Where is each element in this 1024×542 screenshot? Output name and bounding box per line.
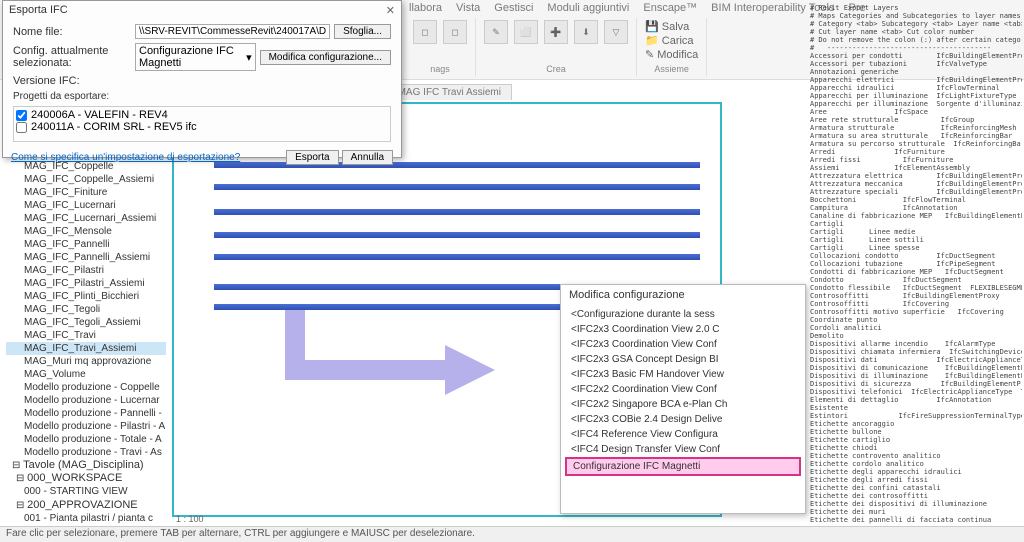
- dialog-title-bar: Esporta IFC ✕: [3, 1, 401, 20]
- project-checkbox-row[interactable]: 240011A - CORIM SRL - REV5 ifc: [16, 121, 388, 133]
- config-list-item[interactable]: <IFC2x3 GSA Concept Design BI: [565, 352, 801, 367]
- beam-element[interactable]: [214, 254, 700, 260]
- file-path-input[interactable]: [135, 24, 330, 39]
- tree-item[interactable]: MAG_Muri mq approvazione: [6, 355, 166, 368]
- view-scale[interactable]: 1 : 100: [176, 514, 204, 524]
- tree-item[interactable]: MAG_IFC_Pilastri_Assiemi: [6, 277, 166, 290]
- browse-button[interactable]: Sfoglia...: [334, 24, 391, 39]
- config-list-item[interactable]: Configurazione IFC Magnetti: [565, 457, 801, 476]
- tree-item[interactable]: MAG_IFC_Travi_Assiemi: [6, 342, 166, 355]
- crea-icon[interactable]: ➕: [544, 20, 568, 44]
- version-label: Versione IFC:: [13, 75, 131, 87]
- file-label: Nome file:: [13, 26, 131, 38]
- tab-vista[interactable]: Vista: [452, 0, 484, 18]
- tree-item[interactable]: MAG_IFC_Pannelli: [6, 238, 166, 251]
- tree-item[interactable]: MAG_IFC_Coppelle_Assiemi: [6, 173, 166, 186]
- config-list-item[interactable]: <IFC2x3 Basic FM Handover View: [565, 367, 801, 382]
- config-list-item[interactable]: <IFC2x2 Singapore BCA e-Plan Ch: [565, 397, 801, 412]
- tree-item[interactable]: Modello produzione - Totale - A: [6, 433, 166, 446]
- dialog-title: Esporta IFC: [9, 4, 68, 17]
- project-checkbox[interactable]: [16, 122, 27, 133]
- salva-button[interactable]: 💾 Salva: [645, 20, 698, 33]
- dialog-title: Modifica configurazione: [561, 285, 805, 305]
- tree-item[interactable]: 001 - Pianta pilastri / pianta c: [6, 512, 166, 525]
- ribbon-group-assieme: 💾 Salva 📁 Carica ✎ Modifica Assieme: [637, 18, 707, 76]
- tree-item[interactable]: 000 - STARTING VIEW: [6, 485, 166, 498]
- tree-item[interactable]: ⊟ 200_APPROVAZIONE: [6, 498, 166, 512]
- tree-item[interactable]: MAG_IFC_Plinti_Bicchieri: [6, 290, 166, 303]
- group-label: Crea: [484, 64, 628, 74]
- tree-item[interactable]: Modello produzione - Travi - As: [6, 446, 166, 459]
- modify-config-button[interactable]: Modifica configurazione...: [260, 50, 391, 65]
- config-list-item[interactable]: <IFC2x3 Coordination View 2.0 C: [565, 322, 801, 337]
- cancel-button[interactable]: Annulla: [342, 150, 393, 165]
- tool-icon[interactable]: ◻: [443, 20, 467, 44]
- tree-item[interactable]: Modello produzione - Pannelli -: [6, 407, 166, 420]
- acquisisci-icon[interactable]: ⬇: [574, 20, 598, 44]
- tree-item[interactable]: Modello produzione - Pilastri - A: [6, 420, 166, 433]
- modifica-icon[interactable]: ✎: [484, 20, 508, 44]
- tree-item[interactable]: MAG_IFC_Pannelli_Assiemi: [6, 251, 166, 264]
- annotation-arrow: [285, 300, 505, 420]
- tree-group-tavole[interactable]: ⊟ Tavole (MAG_Disciplina): [6, 459, 166, 471]
- tree-item[interactable]: MAG_IFC_Lucernari_Assiemi: [6, 212, 166, 225]
- tab-moduli[interactable]: Moduli aggiuntivi: [543, 0, 633, 18]
- tree-item[interactable]: MAG_Volume: [6, 368, 166, 381]
- ribbon-group-1: ◻ ◻ nags: [405, 18, 476, 76]
- beam-element[interactable]: [214, 184, 700, 190]
- beam-element[interactable]: [214, 209, 700, 215]
- export-ifc-dialog: Esporta IFC ✕ Nome file: Sfoglia... Conf…: [2, 0, 402, 158]
- ribbon-group-crea: ✎ ⬜ ➕ ⬇ ▽ Crea: [476, 18, 637, 76]
- tree-item[interactable]: MAG_IFC_Lucernari: [6, 199, 166, 212]
- config-list[interactable]: <Configurazione durante la sess<IFC2x3 C…: [561, 305, 805, 478]
- tree-item[interactable]: ⊟ 000_WORKSPACE: [6, 471, 166, 485]
- tree-item[interactable]: MAG_IFC_Pilastri: [6, 264, 166, 277]
- export-button[interactable]: Esporta: [286, 150, 338, 165]
- tool-icon[interactable]: ◻: [413, 20, 437, 44]
- ribbon-groups: ◻ ◻ nags ✎ ⬜ ➕ ⬇ ▽ Crea 💾 Salva 📁 Carica…: [405, 18, 707, 76]
- close-icon[interactable]: ✕: [386, 4, 395, 17]
- tab-collabora[interactable]: llabora: [405, 0, 446, 18]
- group-label: Assieme: [645, 64, 698, 74]
- config-list-item[interactable]: <IFC2x2 Coordination View Conf: [565, 382, 801, 397]
- config-dropdown[interactable]: Configurazione IFC Magnetti▾: [135, 43, 256, 71]
- projects-list: 240006A - VALEFIN - REV4 240011A - CORIM…: [13, 106, 391, 142]
- group-label: nags: [413, 64, 467, 74]
- tree-item[interactable]: MAG_IFC_Travi: [6, 329, 166, 342]
- ribbon-tabs: llabora Vista Gestisci Moduli aggiuntivi…: [405, 0, 870, 18]
- filtra-icon[interactable]: ▽: [604, 20, 628, 44]
- modifica-button[interactable]: ✎ Modifica: [645, 48, 698, 61]
- projects-label: Progetti da esportare:: [13, 91, 391, 102]
- config-list-item[interactable]: <Configurazione durante la sess: [565, 307, 801, 322]
- config-label: Config. attualmente selezionata:: [13, 45, 131, 69]
- chevron-down-icon: ▾: [246, 51, 252, 64]
- config-list-item[interactable]: <IFC2x3 COBie 2.4 Design Delive: [565, 412, 801, 427]
- tree-item[interactable]: MAG_IFC_Finiture: [6, 186, 166, 199]
- tab-gestisci[interactable]: Gestisci: [490, 0, 537, 18]
- project-checkbox-row[interactable]: 240006A - VALEFIN - REV4: [16, 109, 388, 121]
- carica-button[interactable]: 📁 Carica: [645, 34, 698, 47]
- beam-element[interactable]: [214, 232, 700, 238]
- tree-item[interactable]: MAG_IFC_Mensole: [6, 225, 166, 238]
- config-list-item[interactable]: <IFC2x3 Coordination View Conf: [565, 337, 801, 352]
- tree-item[interactable]: MAG_IFC_Tegoli: [6, 303, 166, 316]
- layer-mapping-text: # Revit Export Layers # Maps Categories …: [810, 4, 1022, 524]
- tree-item[interactable]: Modello produzione - Coppelle: [6, 381, 166, 394]
- config-list-item[interactable]: <IFC4 Reference View Configura: [565, 427, 801, 442]
- scomponi-icon[interactable]: ⬜: [514, 20, 538, 44]
- project-browser-tree[interactable]: MAG_IFC_CoppelleMAG_IFC_Coppelle_Assiemi…: [6, 160, 166, 525]
- tree-item[interactable]: MAG_IFC_Tegoli_Assiemi: [6, 316, 166, 329]
- help-link[interactable]: Come si specifica un'impostazione di esp…: [11, 152, 240, 163]
- status-bar: Fare clic per selezionare, premere TAB p…: [0, 526, 1024, 542]
- tree-item[interactable]: Modello produzione - Lucernar: [6, 394, 166, 407]
- config-list-item[interactable]: <IFC4 Design Transfer View Conf: [565, 442, 801, 457]
- modify-config-dialog: Modifica configurazione <Configurazione …: [560, 284, 806, 514]
- tab-enscape[interactable]: Enscape™: [639, 0, 701, 18]
- project-checkbox[interactable]: [16, 110, 27, 121]
